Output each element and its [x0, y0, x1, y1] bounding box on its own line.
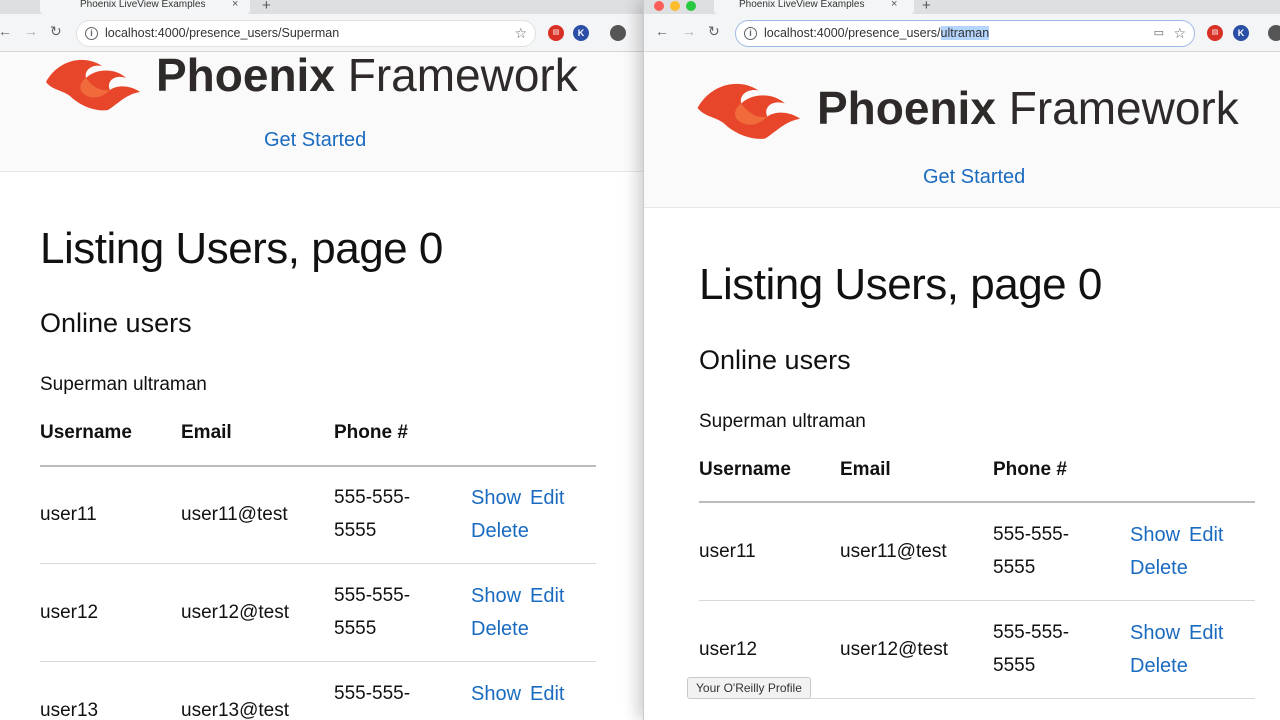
phoenix-wordmark: Phoenix Framework [817, 82, 1239, 134]
cell-username: user12 [699, 639, 758, 660]
close-tab-icon[interactable]: × [891, 0, 897, 10]
edit-link[interactable]: Edit [530, 683, 564, 706]
page-content: Phoenix Framework Get Started Listing Us… [0, 49, 643, 720]
cell-email: user12@test [840, 639, 949, 660]
cell-email: user13@test [181, 700, 290, 720]
site-header: Phoenix Framework Get Started [0, 49, 643, 172]
address-bar[interactable]: i localhost:4000/presence_users/ultraman… [735, 20, 1195, 47]
cell-phone-line1: 555-555- [993, 524, 1070, 545]
url-text[interactable]: localhost:4000/presence_users/ultraman [764, 26, 990, 40]
edit-link[interactable]: Edit [530, 585, 564, 608]
cell-username: user12 [40, 602, 99, 623]
table-header-divider [699, 501, 1255, 503]
reload-icon[interactable]: ↻ [708, 24, 720, 38]
delete-link[interactable]: Delete [1130, 655, 1188, 678]
k-extension-icon[interactable]: K [1233, 25, 1249, 41]
cell-phone-line2: 5555 [993, 557, 1036, 578]
cell-phone-line1: 555-555- [334, 585, 411, 606]
cell-phone-line1: 555-555- [334, 487, 411, 508]
edit-link[interactable]: Edit [1189, 622, 1223, 645]
column-header-email: Email [181, 422, 232, 443]
page-content: Phoenix Framework Get Started Listing Us… [644, 52, 1280, 720]
show-link[interactable]: Show [471, 585, 521, 608]
back-icon[interactable]: ← [0, 24, 12, 38]
show-link[interactable]: Show [1130, 524, 1180, 547]
address-bar[interactable]: i localhost:4000/presence_users/Superman… [76, 20, 536, 47]
new-tab-icon[interactable]: + [262, 0, 271, 14]
tab-title: Phoenix LiveView Examples [739, 0, 865, 10]
online-users-list: Superman ultraman [40, 374, 207, 395]
tab-title: Phoenix LiveView Examples [80, 0, 206, 10]
get-started-link[interactable]: Get Started [264, 129, 366, 152]
cell-username: user13 [40, 700, 99, 720]
cell-email: user12@test [181, 602, 290, 623]
forward-icon[interactable]: → [682, 24, 696, 38]
get-started-link[interactable]: Get Started [923, 166, 1025, 189]
phoenix-logo-icon [697, 83, 801, 139]
show-link[interactable]: Show [471, 487, 521, 510]
maximize-window-icon[interactable] [686, 1, 696, 11]
online-users-heading: Online users [699, 345, 851, 375]
browser-toolbar: ← → ↻ i localhost:4000/presence_users/Su… [0, 14, 643, 52]
row-divider [699, 600, 1255, 601]
cell-phone-line1: 555-555- [993, 622, 1070, 643]
phoenix-logo-icon [46, 59, 140, 111]
edit-link[interactable]: Edit [1189, 524, 1223, 547]
site-header: Phoenix Framework Get Started [644, 52, 1280, 208]
bookmark-star-icon[interactable]: ☆ [514, 25, 527, 42]
column-header-email: Email [840, 459, 891, 480]
delete-link[interactable]: Delete [1130, 557, 1188, 580]
pdf-extension-icon[interactable]: ▤ [1207, 25, 1223, 41]
pdf-extension-icon[interactable]: ▤ [548, 25, 564, 41]
bookmark-star-icon[interactable]: ☆ [1173, 25, 1186, 42]
cell-username: user11 [40, 504, 97, 525]
cast-icon[interactable]: ▭ [1154, 26, 1164, 39]
minimize-window-icon[interactable] [670, 1, 680, 11]
online-users-list: Superman ultraman [699, 411, 866, 432]
edit-link[interactable]: Edit [530, 487, 564, 510]
row-divider [40, 563, 596, 564]
left-browser-window: Phoenix LiveView Examples × + ← → ↻ i lo… [0, 0, 643, 720]
page-title: Listing Users, page 0 [40, 224, 443, 273]
row-divider [40, 661, 596, 662]
info-icon[interactable]: i [744, 27, 757, 40]
tab-strip: Phoenix LiveView Examples × + [0, 0, 643, 14]
cell-email: user11@test [181, 504, 288, 525]
tab-strip: Phoenix LiveView Examples × + [644, 0, 1280, 14]
column-header-phone: Phone # [993, 459, 1067, 480]
delete-link[interactable]: Delete [471, 618, 529, 641]
tooltip: Your O'Reilly Profile [687, 677, 811, 699]
forward-icon[interactable]: → [24, 24, 38, 38]
cell-email: user11@test [840, 541, 947, 562]
right-browser-window: Phoenix LiveView Examples × + ← → ↻ i lo… [643, 0, 1280, 720]
cell-username: user11 [699, 541, 756, 562]
show-link[interactable]: Show [471, 683, 521, 706]
column-header-username: Username [699, 459, 791, 480]
k-extension-icon[interactable]: K [573, 25, 589, 41]
cell-phone-line2: 5555 [334, 520, 377, 541]
url-text[interactable]: localhost:4000/presence_users/Superman [105, 26, 339, 40]
phoenix-wordmark: Phoenix Framework [156, 49, 578, 101]
profile-avatar[interactable] [610, 25, 626, 41]
profile-avatar[interactable] [1268, 25, 1280, 41]
info-icon[interactable]: i [85, 27, 98, 40]
cell-phone-line2: 5555 [993, 655, 1036, 676]
cell-phone-line2: 5555 [334, 618, 377, 639]
show-link[interactable]: Show [1130, 622, 1180, 645]
close-window-icon[interactable] [654, 1, 664, 11]
online-users-heading: Online users [40, 308, 192, 338]
delete-link[interactable]: Delete [471, 520, 529, 543]
cell-phone-line1: 555-555- [334, 683, 411, 704]
back-icon[interactable]: ← [655, 24, 669, 38]
browser-tab[interactable]: Phoenix LiveView Examples × [40, 0, 250, 14]
page-title: Listing Users, page 0 [699, 260, 1102, 309]
new-tab-icon[interactable]: + [922, 0, 931, 14]
reload-icon[interactable]: ↻ [50, 24, 62, 38]
column-header-username: Username [40, 422, 132, 443]
browser-tab[interactable]: Phoenix LiveView Examples × [714, 0, 914, 14]
browser-toolbar: ← → ↻ i localhost:4000/presence_users/ul… [644, 14, 1280, 52]
table-header-divider [40, 465, 596, 467]
column-header-phone: Phone # [334, 422, 408, 443]
close-tab-icon[interactable]: × [232, 0, 238, 10]
